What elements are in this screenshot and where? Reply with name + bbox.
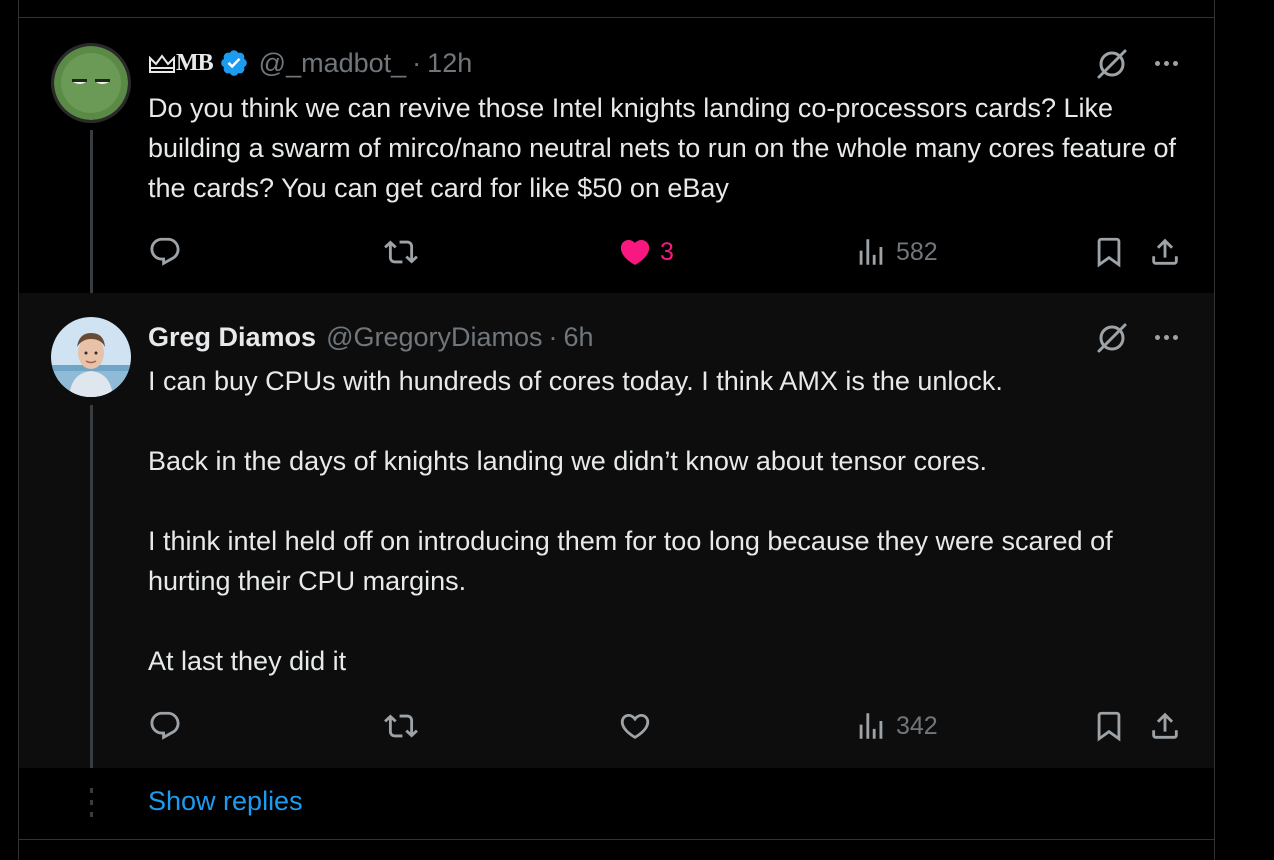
thread-line bbox=[90, 130, 93, 293]
heart-icon bbox=[620, 239, 650, 265]
tweet-greg-diamos[interactable]: Greg Diamos @GregoryDiamos · 6h I can bu… bbox=[19, 293, 1214, 768]
tweet-paragraph: At last they did it bbox=[148, 646, 347, 676]
handle[interactable]: @GregoryDiamos bbox=[326, 322, 542, 353]
crown-icon bbox=[149, 54, 175, 73]
show-replies-row: Show replies bbox=[19, 768, 1214, 839]
reply-button[interactable] bbox=[148, 706, 190, 746]
retweet-icon bbox=[384, 240, 418, 264]
share-icon bbox=[1152, 712, 1178, 739]
more-icon[interactable] bbox=[1150, 319, 1182, 355]
divider bbox=[19, 839, 1214, 840]
timestamp[interactable]: 6h bbox=[564, 322, 594, 353]
like-button[interactable]: 3 bbox=[618, 232, 674, 272]
tweet-header: Greg Diamos @GregoryDiamos · 6h bbox=[148, 320, 594, 354]
tweet-madbot[interactable]: MB @_madbot_ · 12h Do you think we can r… bbox=[19, 18, 1214, 293]
grok-icon[interactable] bbox=[1094, 46, 1130, 82]
retweet-icon bbox=[384, 714, 418, 738]
tweet-actions: 3 582 bbox=[148, 232, 1182, 272]
handle[interactable]: @_madbot_ bbox=[259, 48, 407, 79]
show-replies-link[interactable]: Show replies bbox=[148, 786, 303, 817]
avatar-photo-icon bbox=[51, 317, 131, 397]
conversation-thread: MB @_madbot_ · 12h Do you think we can r… bbox=[18, 0, 1215, 860]
reply-button[interactable] bbox=[148, 232, 190, 272]
reply-icon bbox=[150, 237, 180, 266]
tweet-paragraph: Do you think we can revive those Intel k… bbox=[148, 93, 1177, 203]
bookmark-button[interactable] bbox=[1092, 706, 1126, 746]
tweet-actions: 342 bbox=[148, 706, 1182, 746]
views-button[interactable]: 342 bbox=[854, 706, 938, 746]
avatar[interactable] bbox=[51, 43, 131, 123]
grok-icon[interactable] bbox=[1094, 320, 1130, 356]
share-button[interactable] bbox=[1148, 706, 1182, 746]
more-icon[interactable] bbox=[1150, 45, 1182, 81]
tweet-text: I can buy CPUs with hundreds of cores to… bbox=[148, 361, 1192, 681]
views-icon bbox=[859, 239, 883, 265]
like-count: 3 bbox=[660, 237, 674, 266]
display-name[interactable]: MB bbox=[148, 49, 214, 77]
display-name[interactable]: Greg Diamos bbox=[148, 322, 316, 353]
views-count: 342 bbox=[896, 711, 938, 740]
thread-line bbox=[90, 405, 93, 768]
reply-icon bbox=[150, 711, 180, 740]
separator: · bbox=[548, 321, 558, 352]
tweet-paragraph: Back in the days of knights landing we d… bbox=[148, 446, 987, 476]
tweet-paragraph: I can buy CPUs with hundreds of cores to… bbox=[148, 366, 1003, 396]
bookmark-icon bbox=[1097, 237, 1121, 268]
views-count: 582 bbox=[896, 237, 938, 266]
timestamp[interactable]: 12h bbox=[427, 48, 472, 79]
avatar[interactable] bbox=[51, 317, 131, 397]
tweet-paragraph: I think intel held off on introducing th… bbox=[148, 526, 1113, 596]
thread-dots bbox=[90, 788, 93, 817]
views-button[interactable]: 582 bbox=[854, 232, 938, 272]
separator: · bbox=[412, 47, 422, 78]
heart-icon bbox=[620, 713, 650, 739]
tweet-header: MB @_madbot_ · 12h bbox=[148, 46, 472, 80]
retweet-button[interactable] bbox=[384, 232, 426, 272]
share-icon bbox=[1152, 238, 1178, 265]
retweet-button[interactable] bbox=[384, 706, 426, 746]
bookmark-icon bbox=[1097, 711, 1121, 742]
like-button[interactable] bbox=[618, 706, 660, 746]
views-icon bbox=[859, 713, 883, 739]
verified-icon[interactable] bbox=[219, 48, 249, 78]
avatar-face-icon bbox=[54, 46, 128, 120]
share-button[interactable] bbox=[1148, 232, 1182, 272]
display-name-text: MB bbox=[176, 49, 214, 76]
tweet-text: Do you think we can revive those Intel k… bbox=[148, 88, 1192, 208]
bookmark-button[interactable] bbox=[1092, 232, 1126, 272]
